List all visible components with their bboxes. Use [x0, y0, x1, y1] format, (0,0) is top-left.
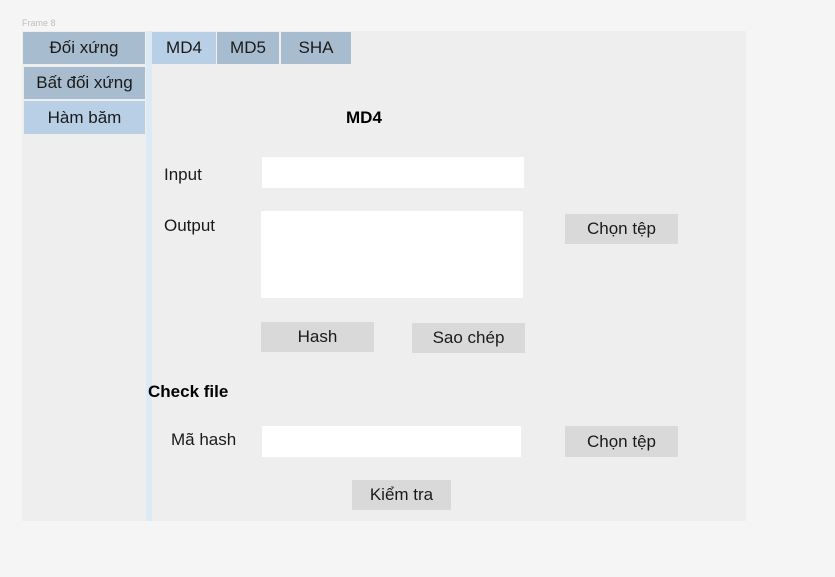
hash-code-label: Mã hash: [171, 430, 237, 449]
copy-button[interactable]: Sao chép: [412, 323, 525, 353]
input-field[interactable]: [262, 157, 524, 188]
frame-label: Frame 8: [22, 18, 56, 28]
sidebar-divider: [146, 31, 152, 521]
check-file-heading: Check file: [148, 382, 229, 401]
sidebar-item-hash[interactable]: Hàm băm: [24, 101, 145, 134]
tab-md4[interactable]: MD4: [152, 32, 216, 64]
hash-code-input[interactable]: [262, 426, 521, 457]
hash-button[interactable]: Hash: [261, 322, 374, 352]
sidebar-item-asymmetric[interactable]: Bất đối xứng: [24, 67, 145, 99]
choose-file-button[interactable]: Chọn tệp: [565, 214, 678, 244]
page-title: MD4: [346, 108, 382, 127]
tab-sha[interactable]: SHA: [281, 32, 351, 64]
tab-md5[interactable]: MD5: [217, 32, 279, 64]
input-label: Input: [164, 165, 202, 184]
verify-button[interactable]: Kiểm tra: [352, 480, 451, 510]
check-choose-file-button[interactable]: Chọn tệp: [565, 426, 678, 457]
sidebar-item-symmetric[interactable]: Đối xứng: [23, 32, 145, 64]
output-field[interactable]: [261, 211, 523, 298]
output-label: Output: [164, 216, 216, 235]
